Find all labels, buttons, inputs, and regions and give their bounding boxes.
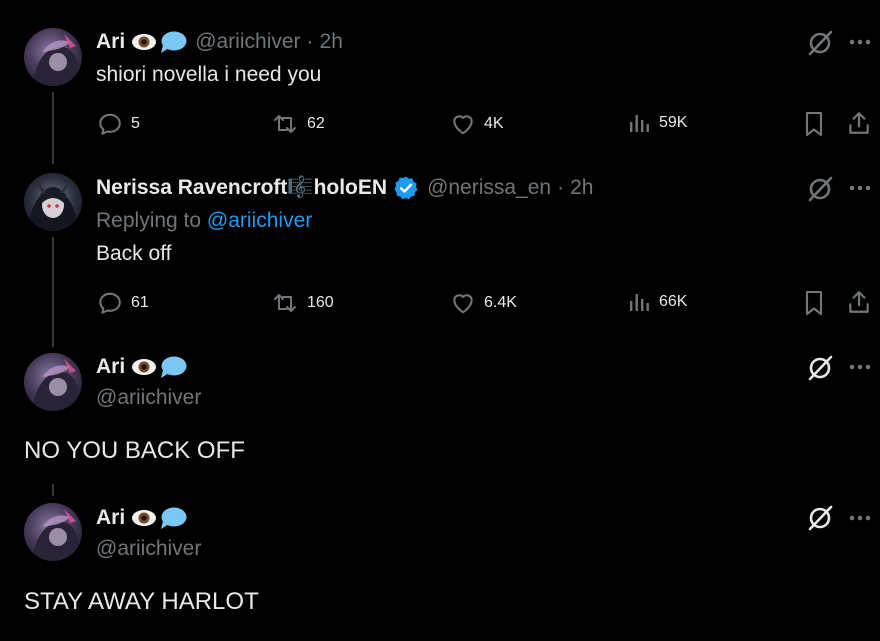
handle[interactable]: @ariichiver	[96, 537, 201, 561]
views-count: 66K	[659, 293, 688, 310]
mention-link[interactable]: @ariichiver	[207, 209, 312, 232]
repost-icon	[274, 294, 296, 312]
views-icon	[630, 294, 649, 311]
avatar[interactable]	[24, 353, 82, 411]
more-icon[interactable]	[848, 363, 872, 371]
like-button[interactable]: 6.4K	[450, 290, 517, 316]
display-name[interactable]: Nerissa Ravencroft🎼holoEN	[96, 175, 387, 201]
grok-icon[interactable]	[806, 504, 834, 532]
like-button[interactable]: 4K	[450, 111, 504, 137]
handle[interactable]: @ariichiver	[96, 386, 201, 410]
reply-button[interactable]: 61	[97, 290, 149, 316]
post-text: NO YOU BACK OFF	[24, 437, 245, 464]
views-icon	[630, 115, 649, 132]
bookmark-icon[interactable]	[802, 289, 826, 317]
views-button[interactable]: 66K	[627, 290, 687, 314]
like-count: 4K	[484, 115, 504, 132]
thread-line	[52, 237, 54, 347]
repost-icon	[274, 115, 296, 133]
repost-button[interactable]: 62	[271, 111, 325, 137]
views-button[interactable]: 59K	[627, 111, 687, 135]
timestamp[interactable]: 2h	[570, 175, 593, 201]
post-text: shiori novella i need you	[96, 63, 322, 86]
eye-icon	[131, 357, 157, 377]
grok-icon[interactable]	[806, 29, 834, 57]
like-count: 6.4K	[484, 294, 517, 311]
reply-button[interactable]: 5	[97, 111, 140, 137]
share-icon[interactable]	[846, 289, 872, 315]
heart-icon	[453, 294, 473, 314]
reply-count: 5	[131, 115, 140, 132]
reply-count: 61	[131, 294, 149, 311]
replying-to-label: Replying to	[96, 209, 202, 232]
post-header: Ari	[96, 505, 187, 531]
eye-icon	[131, 508, 157, 528]
separator: ·	[557, 176, 565, 199]
post-header: Nerissa Ravencroft🎼holoEN @nerissa_en · …	[96, 175, 593, 201]
post-text: Back off	[96, 242, 172, 265]
thread-line	[52, 484, 54, 496]
avatar[interactable]	[24, 28, 82, 86]
more-icon[interactable]	[848, 184, 872, 192]
reply-icon	[99, 113, 121, 135]
display-name[interactable]: Ari	[96, 505, 125, 531]
verified-badge-icon	[394, 176, 418, 200]
speech-bubble-icon	[159, 506, 187, 530]
speech-bubble-icon	[159, 355, 187, 379]
avatar[interactable]	[24, 173, 82, 231]
more-icon[interactable]	[848, 38, 872, 46]
handle[interactable]: @ariichiver	[195, 29, 300, 55]
display-name[interactable]: Ari	[96, 354, 125, 380]
views-count: 59K	[659, 114, 688, 131]
conversation-thread: Ari @ariichiver · 2h shiori novella i ne…	[0, 0, 880, 641]
share-icon[interactable]	[846, 110, 872, 136]
reply-icon	[99, 292, 121, 314]
speech-bubble-icon	[159, 30, 187, 54]
display-name[interactable]: Ari	[96, 29, 125, 55]
grok-icon[interactable]	[806, 175, 834, 203]
bookmark-icon[interactable]	[802, 110, 826, 138]
thread-line	[52, 92, 54, 164]
replying-to: Replying to @ariichiver	[96, 208, 312, 234]
handle[interactable]: @nerissa_en	[427, 175, 551, 201]
post-header: Ari @ariichiver · 2h	[96, 29, 343, 55]
separator: ·	[306, 30, 314, 53]
heart-icon	[453, 115, 473, 135]
post-text: STAY AWAY HARLOT	[24, 588, 259, 615]
grok-icon[interactable]	[806, 354, 834, 382]
repost-button[interactable]: 160	[271, 290, 334, 316]
more-icon[interactable]	[848, 514, 872, 522]
repost-count: 160	[307, 294, 334, 311]
eye-icon	[131, 32, 157, 52]
repost-count: 62	[307, 115, 325, 132]
timestamp[interactable]: 2h	[320, 29, 343, 55]
avatar[interactable]	[24, 503, 82, 561]
post-header: Ari	[96, 354, 187, 380]
